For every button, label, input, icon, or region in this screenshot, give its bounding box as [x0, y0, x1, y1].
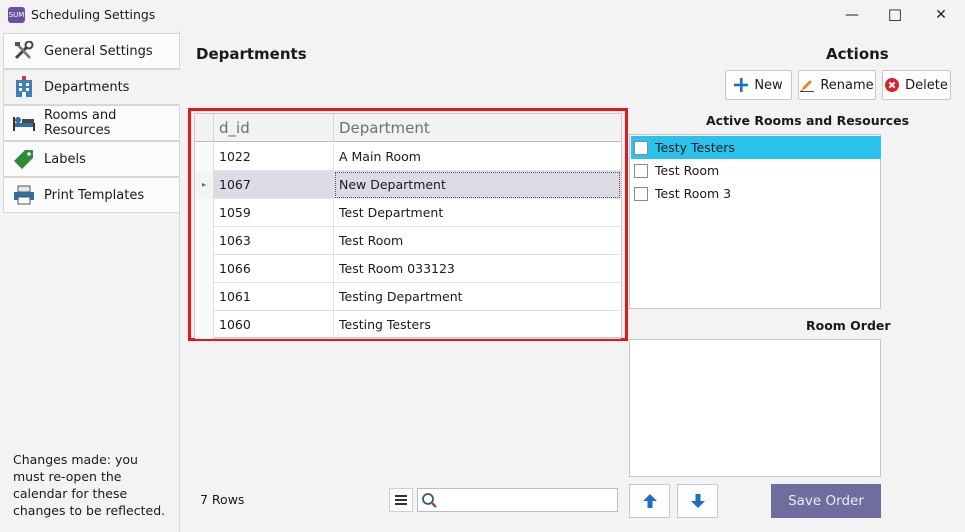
new-button[interactable]: New: [725, 70, 792, 100]
cell-department[interactable]: Testing Testers: [334, 311, 621, 339]
table-row[interactable]: 1022 A Main Room: [195, 143, 621, 171]
table-row[interactable]: 1066 Test Room 033123: [195, 255, 621, 283]
bed-icon: [12, 112, 36, 134]
departments-grid[interactable]: d_id Department 1022 A Main Room ▸ 1067 New …: [194, 113, 622, 339]
tools-icon: [12, 40, 36, 62]
row-indicator[interactable]: [195, 283, 214, 311]
row-indicator[interactable]: [195, 227, 214, 255]
active-rooms-list[interactable]: Testy Testers Test Room Test Room 3: [629, 134, 881, 309]
plus-icon: [734, 78, 749, 92]
list-item-label: Test Room 3: [655, 186, 732, 201]
rename-button-label: Rename: [820, 77, 874, 93]
table-row[interactable]: 1063 Test Room: [195, 227, 621, 255]
move-down-button[interactable]: [677, 484, 718, 518]
room-order-list[interactable]: [629, 339, 881, 477]
move-up-button[interactable]: [629, 484, 670, 518]
column-header-d-id[interactable]: d_id: [214, 114, 334, 142]
column-header-department[interactable]: Department: [334, 114, 621, 142]
room-order-heading: Room Order: [806, 318, 891, 333]
table-row[interactable]: 1059 Test Department: [195, 199, 621, 227]
grid-header: d_id Department: [195, 114, 621, 142]
sidebar-item-labels[interactable]: Labels: [3, 141, 180, 177]
grid-search-input[interactable]: [417, 488, 618, 512]
list-item-test-room[interactable]: Test Room: [631, 159, 881, 182]
row-count: 7 Rows: [200, 492, 245, 507]
actions-heading: Actions: [826, 45, 889, 63]
cell-department[interactable]: Test Department: [334, 199, 621, 227]
changes-note: Changes made: you must re-open the calen…: [13, 452, 166, 518]
checkbox[interactable]: [634, 163, 648, 178]
cell-d-id[interactable]: 1059: [214, 199, 334, 227]
app-icon: SUM: [8, 7, 25, 23]
row-indicator[interactable]: [195, 199, 214, 227]
tag-icon: [12, 148, 36, 170]
sidebar-item-label: Rooms and Resources: [44, 108, 117, 138]
window-title: Scheduling Settings: [31, 7, 156, 22]
cell-department[interactable]: Test Room 033123: [334, 255, 621, 283]
sidebar-item-label: Departments: [44, 79, 130, 95]
list-item-label: Testy Testers: [655, 140, 735, 155]
title-bar: SUM Scheduling Settings — ☐ ✕: [0, 0, 965, 31]
delete-icon: [885, 78, 900, 92]
row-indicator[interactable]: [195, 311, 214, 339]
cell-d-id[interactable]: 1061: [214, 283, 334, 311]
minimize-button[interactable]: —: [829, 0, 875, 31]
cell-d-id[interactable]: 1067: [214, 171, 334, 199]
delete-button-label: Delete: [905, 77, 948, 93]
search-icon: [422, 493, 437, 508]
checkbox[interactable]: [634, 140, 648, 155]
cell-department[interactable]: A Main Room: [334, 143, 621, 171]
cell-department[interactable]: Testing Department: [334, 283, 621, 311]
cell-d-id[interactable]: 1066: [214, 255, 334, 283]
cell-department[interactable]: Test Room: [334, 227, 621, 255]
active-rooms-heading: Active Rooms and Resources: [706, 113, 910, 128]
sidebar-item-label: Labels: [44, 151, 86, 167]
sidebar-item-general-settings[interactable]: General Settings: [3, 33, 180, 69]
table-row[interactable]: ▸ 1067 New Department: [195, 171, 621, 199]
table-row[interactable]: 1061 Testing Department: [195, 283, 621, 311]
sidebar-item-rooms-and-resources[interactable]: Rooms and Resources: [3, 105, 180, 141]
new-button-label: New: [754, 77, 783, 93]
grid-corner-cell: [195, 114, 214, 142]
row-indicator[interactable]: [195, 255, 214, 283]
sidebar-item-label: General Settings: [44, 43, 153, 59]
cell-d-id[interactable]: 1060: [214, 311, 334, 339]
arrow-up-icon: [642, 494, 657, 508]
hamburger-icon: [395, 495, 407, 505]
rename-button[interactable]: Rename: [798, 70, 876, 100]
printer-icon: [12, 184, 36, 206]
save-order-button[interactable]: Save Order: [771, 484, 881, 518]
arrow-down-icon: [690, 494, 705, 508]
delete-button[interactable]: Delete: [882, 70, 951, 100]
cell-department[interactable]: New Department: [334, 171, 621, 199]
building-icon: [12, 76, 36, 98]
checkbox[interactable]: [634, 186, 648, 201]
sidebar-item-print-templates[interactable]: Print Templates: [3, 177, 180, 213]
list-item-testy-testers[interactable]: Testy Testers: [631, 136, 881, 159]
grid-menu-button[interactable]: [389, 488, 413, 512]
pencil-icon: [800, 78, 815, 92]
close-button[interactable]: ✕: [918, 0, 964, 31]
row-indicator[interactable]: [195, 143, 214, 171]
page-title: Departments: [196, 45, 307, 63]
row-indicator[interactable]: ▸: [195, 171, 214, 199]
cell-d-id[interactable]: 1063: [214, 227, 334, 255]
maximize-button[interactable]: ☐: [872, 0, 918, 31]
sidebar-item-label: Print Templates: [44, 187, 145, 203]
cell-d-id[interactable]: 1022: [214, 143, 334, 171]
list-item-test-room-3[interactable]: Test Room 3: [631, 182, 881, 205]
sidebar-item-departments[interactable]: Departments: [3, 69, 180, 105]
table-row[interactable]: 1060 Testing Testers: [195, 311, 621, 339]
list-item-label: Test Room: [655, 163, 720, 178]
